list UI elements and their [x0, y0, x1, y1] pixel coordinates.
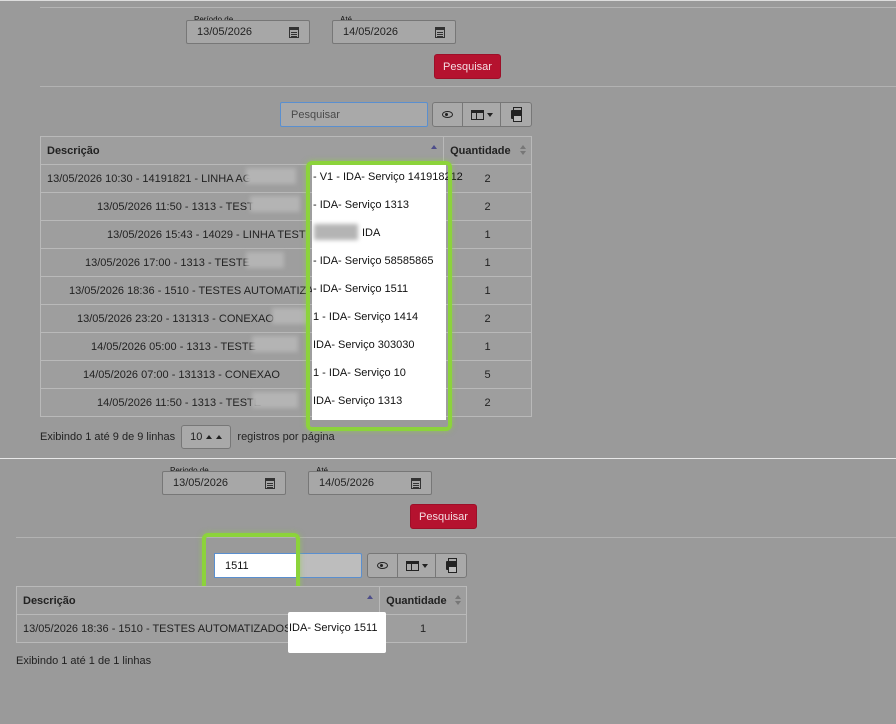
- page-size-value: 10: [190, 431, 203, 443]
- toggle-view-button[interactable]: [368, 554, 398, 577]
- col-quantity-label: Quantidade: [450, 144, 511, 157]
- table-row: 13/05/2026 18:36 - 1510 - TESTES AUTOMAT…: [15, 614, 467, 643]
- table-row: 13/05/2026 17:00 - 1313 - TESTE 1: [39, 248, 532, 277]
- col-description-label: Descrição: [47, 144, 100, 157]
- table-row: 13/05/2026 18:36 - 1510 - TESTES AUTOMAT…: [39, 276, 532, 305]
- sort-icon: [455, 595, 461, 605]
- row-quantity: 1: [443, 248, 532, 277]
- columns-button[interactable]: [463, 103, 501, 126]
- calendar-icon[interactable]: [435, 27, 445, 38]
- section-divider: [40, 86, 896, 87]
- print-icon: [510, 107, 522, 122]
- calendar-icon[interactable]: [289, 27, 299, 38]
- search-input[interactable]: Pesquisar: [280, 102, 428, 127]
- row-quantity: 5: [443, 360, 532, 389]
- page-size-select[interactable]: 10: [181, 425, 232, 449]
- search-button[interactable]: Pesquisar: [434, 54, 501, 79]
- row-quantity: 2: [443, 304, 532, 333]
- toggle-view-button[interactable]: [433, 103, 463, 126]
- toggle-icon: [377, 562, 388, 569]
- col-quantity[interactable]: Quantidade: [443, 136, 532, 165]
- columns-icon: [405, 560, 419, 571]
- highlight-frame: [202, 533, 300, 593]
- period-from-field[interactable]: 13/05/2026: [186, 20, 310, 44]
- print-icon: [445, 558, 457, 573]
- caret-up-icon: [216, 435, 223, 439]
- period-from-value: 13/05/2026: [173, 477, 229, 489]
- period-until-field[interactable]: 14/05/2026: [332, 20, 456, 44]
- print-button[interactable]: [436, 554, 466, 577]
- sort-asc-icon: [367, 595, 374, 599]
- spot-row-text: IDA- Serviço 1511: [289, 622, 378, 634]
- period-from-value: 13/05/2026: [197, 26, 253, 38]
- section-divider: [16, 537, 896, 538]
- redacted-area: [252, 336, 298, 352]
- columns-button[interactable]: [398, 554, 436, 577]
- row-quantity: 1: [443, 220, 532, 249]
- toggle-icon: [442, 111, 453, 118]
- period-from-group: Período de 13/05/2026: [186, 15, 310, 44]
- col-description[interactable]: Descrição: [15, 586, 381, 615]
- table-row: 14/05/2026 07:00 - 131313 - CONEXAO 5: [39, 360, 532, 389]
- calendar-icon[interactable]: [265, 478, 275, 489]
- per-page-text: registros por página: [237, 431, 335, 443]
- redacted-area: [272, 308, 310, 324]
- table-row: 13/05/2026 15:43 - 14029 - LINHA TEST 1: [39, 220, 532, 249]
- redacted-area: [246, 252, 284, 268]
- period-until-value: 14/05/2026: [343, 26, 399, 38]
- col-quantity-label: Quantidade: [386, 594, 447, 607]
- bottom-panel: Periodo de 13/05/2026 Até 14/05/2026 Pes…: [0, 459, 896, 724]
- sort-asc-icon: [431, 145, 438, 149]
- period-from-field[interactable]: 13/05/2026: [162, 471, 286, 495]
- caret-up-icon: [206, 435, 213, 439]
- period-from-group: Periodo de 13/05/2026: [162, 466, 286, 495]
- search-placeholder: Pesquisar: [291, 108, 340, 121]
- sort-icon: [520, 145, 526, 155]
- top-divider: [40, 7, 896, 8]
- pagination-text: Exibindo 1 até 1 de 1 linhas: [16, 655, 152, 667]
- period-until-group: Até 14/05/2026: [308, 466, 432, 495]
- results-table: Descrição Quantidade 13/05/2026 18:36 - …: [15, 586, 467, 643]
- table-toolbar: [432, 102, 532, 127]
- pagination-info: Exibindo 1 até 1 de 1 linhas: [16, 655, 151, 667]
- period-until-group: Até 14/05/2026: [332, 15, 456, 44]
- col-description-label: Descrição: [23, 594, 76, 607]
- row-quantity: 1: [379, 614, 467, 643]
- highlight-frame: [306, 161, 452, 431]
- col-quantity[interactable]: Quantidade: [379, 586, 467, 615]
- search-button[interactable]: Pesquisar: [410, 504, 477, 529]
- calendar-icon[interactable]: [411, 478, 421, 489]
- chevron-down-icon: [486, 112, 493, 117]
- redacted-area: [246, 168, 296, 184]
- period-until-value: 14/05/2026: [319, 477, 375, 489]
- row-quantity: 1: [443, 332, 532, 361]
- pagination-info: Exibindo 1 até 9 de 9 linhas 10 registro…: [40, 425, 335, 449]
- period-until-field[interactable]: 14/05/2026: [308, 471, 432, 495]
- columns-icon: [470, 109, 484, 120]
- redacted-area: [252, 392, 298, 408]
- row-quantity: 2: [443, 192, 532, 221]
- pagination-text: Exibindo 1 até 9 de 9 linhas: [40, 431, 176, 443]
- top-panel: Período de 13/05/2026 Até 14/05/2026 Pes…: [0, 0, 896, 458]
- row-quantity: 2: [443, 388, 532, 417]
- redacted-area: [250, 196, 300, 212]
- table-toolbar: [367, 553, 467, 578]
- row-quantity: 1: [443, 276, 532, 305]
- print-button[interactable]: [501, 103, 531, 126]
- chevron-down-icon: [421, 563, 428, 568]
